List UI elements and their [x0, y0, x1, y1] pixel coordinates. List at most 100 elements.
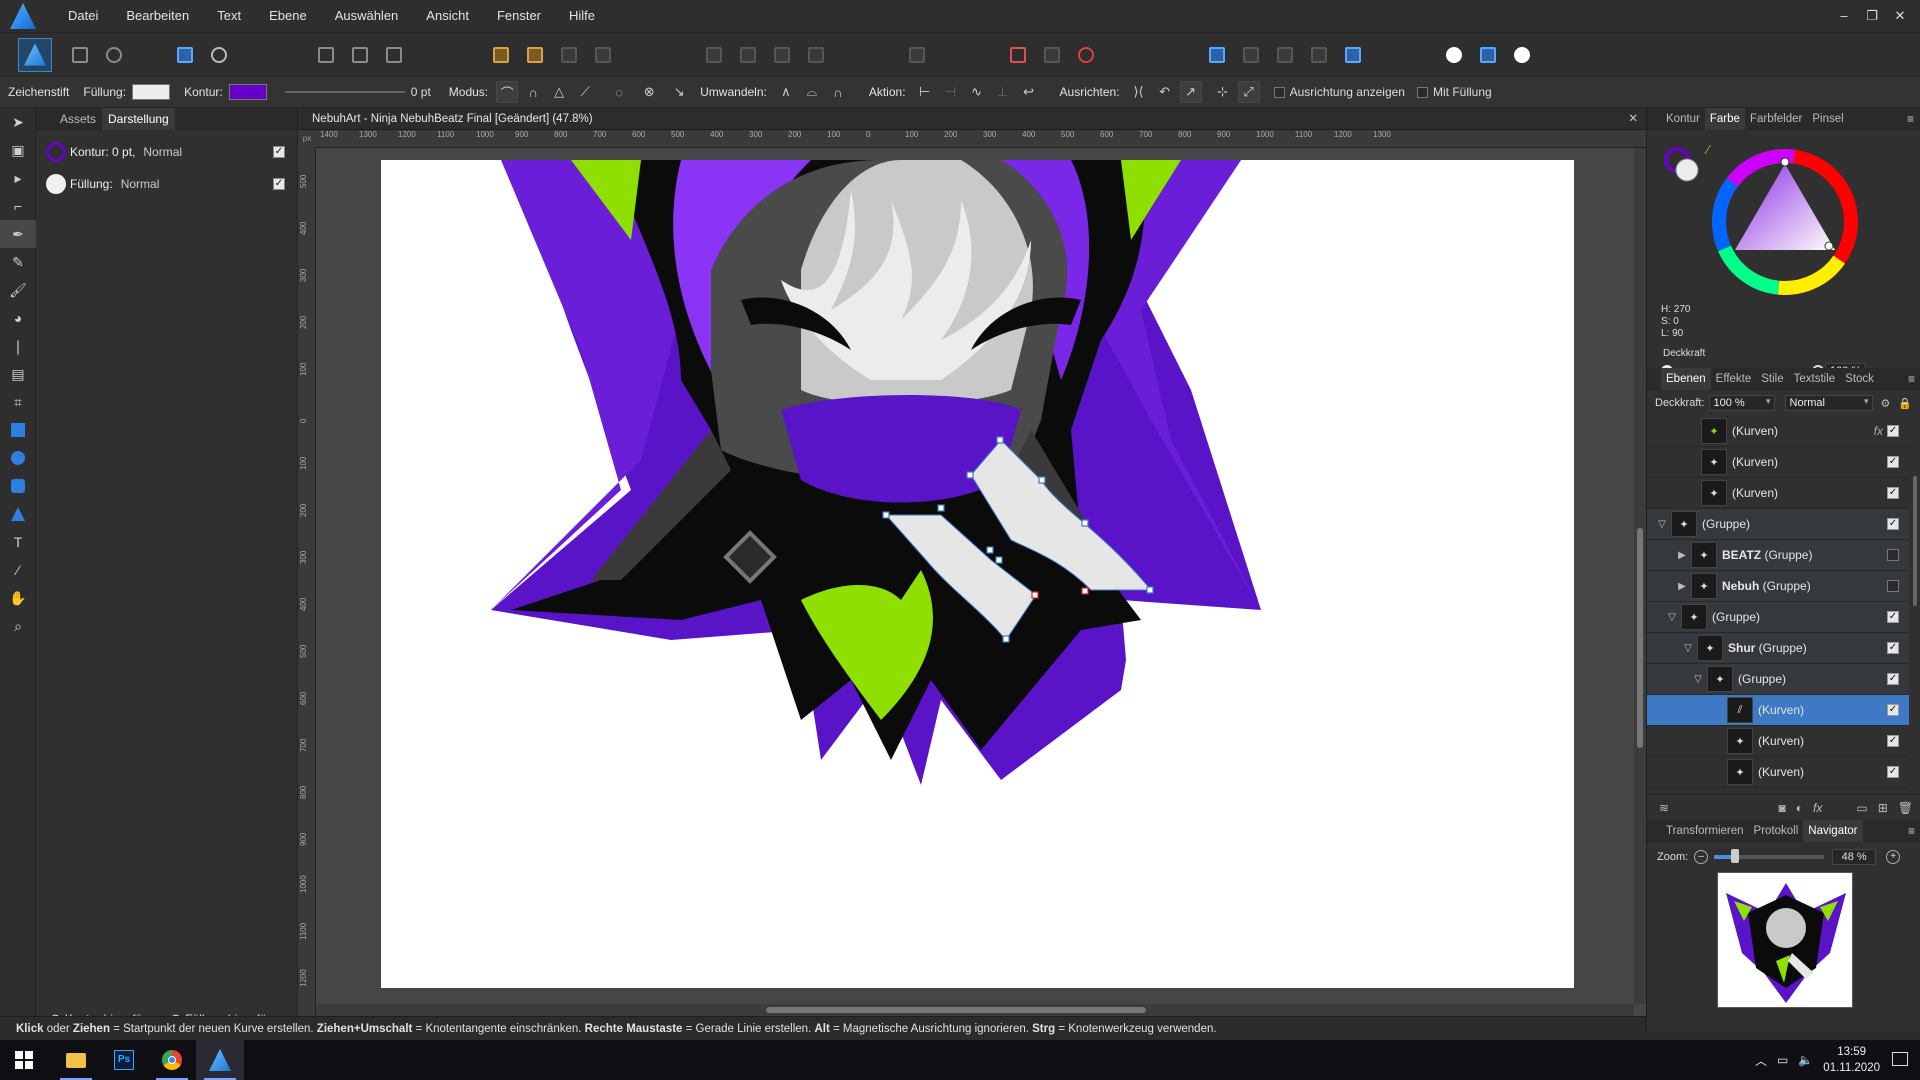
fill-appearance-row[interactable]: Füllung: Normal ✓	[36, 168, 297, 200]
layer-row[interactable]: ▽ ✦ (Gruppe) ✓	[1647, 509, 1909, 540]
transparency-tool-icon[interactable]: ❘	[0, 332, 36, 360]
show-alignment-checkbox[interactable]	[1273, 86, 1285, 98]
notifications-icon[interactable]	[1892, 1052, 1908, 1066]
tab-textstile[interactable]: Textstile	[1789, 368, 1841, 390]
rectangle-tool-icon[interactable]	[0, 416, 36, 444]
tray-chevron-icon[interactable]: ︿	[1755, 1052, 1767, 1069]
layer-visibility-checkbox[interactable]: ✓	[1887, 580, 1899, 592]
zoom-out-icon[interactable]: –	[1694, 850, 1709, 864]
color-wheel[interactable]: ⁄	[1647, 130, 1920, 300]
insert-behind-button[interactable]	[1474, 41, 1502, 69]
ellipse-tool-icon[interactable]	[0, 444, 36, 472]
transform-active-icon[interactable]: ⤢	[1237, 81, 1260, 103]
taskbar-chrome[interactable]	[148, 1040, 196, 1080]
layer-visibility-checkbox[interactable]: ✓	[1887, 704, 1899, 716]
pen-mode-icon[interactable]: ⌒	[496, 81, 519, 103]
blend-mode-select[interactable]: Normal	[1784, 395, 1873, 411]
select-none-button[interactable]	[346, 41, 374, 69]
windows-start-button[interactable]	[0, 1040, 48, 1080]
convert-smooth-icon[interactable]: ⌓	[801, 81, 823, 103]
minimize-button[interactable]: –	[1830, 0, 1858, 32]
stroke-color-swatch[interactable]	[228, 84, 267, 100]
vertical-ruler[interactable]: 500 400 300 200 100 0 100 200 300 400 500 600 700 800…	[298, 148, 316, 1016]
tab-protokoll[interactable]: Protokoll	[1749, 820, 1804, 842]
volume-icon[interactable]: 🔈	[1798, 1053, 1813, 1067]
insert-inside-button[interactable]	[1440, 41, 1468, 69]
layers-menu-icon[interactable]: ≡	[1908, 368, 1915, 390]
menu-bearbeiten[interactable]: Bearbeiten	[112, 0, 203, 32]
tab-darstellung[interactable]: Darstellung	[102, 107, 175, 130]
color-picker-tool-icon[interactable]: ⁄	[0, 556, 36, 584]
align-nodes-icon[interactable]: ⟩⟨	[1128, 81, 1150, 103]
polygon-mode-icon[interactable]: △	[548, 81, 570, 103]
layer-row[interactable]: ▶✦ Nebuh (Gruppe) ✓	[1647, 571, 1909, 602]
vertical-scrollbar[interactable]	[1634, 148, 1646, 1004]
close-document-icon[interactable]: ✕	[1628, 108, 1638, 130]
zoom-slider-knob[interactable]	[1731, 849, 1740, 863]
line-mode-icon[interactable]: ⟋	[574, 81, 596, 103]
layer-row[interactable]: ✦ (Kurven) ✓	[1647, 726, 1909, 757]
convert-smart-icon[interactable]: ∩	[827, 81, 849, 103]
fill-tool-icon[interactable]: ◕	[0, 304, 36, 332]
frame-text-tool-icon[interactable]: T	[0, 528, 36, 556]
menu-text[interactable]: Text	[203, 0, 255, 32]
insert-top-button[interactable]	[1508, 41, 1536, 69]
snapping-grid-button[interactable]	[1004, 41, 1032, 69]
close-button[interactable]: ✕	[1886, 0, 1914, 32]
lock-icon[interactable]: 🔒	[1898, 397, 1912, 410]
reverse-curve-icon[interactable]: ↩	[1018, 81, 1040, 103]
stroke-width-value[interactable]: 0 pt	[411, 85, 431, 99]
vector-brush-tool-icon[interactable]: 🖌	[0, 276, 36, 304]
tab-ebenen[interactable]: Ebenen	[1661, 367, 1711, 390]
invert-selection-button[interactable]	[380, 41, 408, 69]
new-layer-icon[interactable]: ▭	[1856, 801, 1867, 815]
arrange-front-button[interactable]	[555, 41, 583, 69]
network-icon[interactable]: ▭	[1777, 1053, 1788, 1067]
break-curve-icon[interactable]: ⊢	[914, 81, 936, 103]
layer-expand-icon[interactable]: ▽	[1655, 519, 1669, 530]
layer-visibility-checkbox[interactable]: ✓	[1887, 425, 1899, 437]
layers-scroll-thumb[interactable]	[1913, 476, 1917, 606]
horizontal-scroll-thumb[interactable]	[766, 1007, 1146, 1013]
join-curve-icon[interactable]: ⊥	[992, 81, 1014, 103]
convert-sharp-icon[interactable]: ∧	[775, 81, 797, 103]
hue-knob[interactable]	[1780, 157, 1790, 167]
layer-visibility-checkbox[interactable]: ✓	[1887, 642, 1899, 654]
tab-farbfelder[interactable]: Farbfelder	[1745, 108, 1807, 130]
layers-stack-icon[interactable]: ≋	[1659, 801, 1669, 815]
align-left-button[interactable]	[700, 41, 728, 69]
vector-crop-tool-icon[interactable]: ⌗	[0, 388, 36, 416]
layer-visibility-checkbox[interactable]: ✓	[1887, 549, 1899, 561]
zoom-slider[interactable]	[1714, 849, 1825, 863]
tab-stock[interactable]: Stock	[1840, 368, 1879, 390]
layer-row[interactable]: ▶✦ BEATZ (Gruppe) ✓	[1647, 540, 1909, 571]
fill-visibility-checkbox[interactable]: ✓	[273, 178, 285, 190]
document-tab[interactable]: NebuhArt - Ninja NebuhBeatz Final [Geänd…	[298, 108, 1646, 130]
tab-kontur[interactable]: Kontur	[1661, 108, 1705, 130]
tab-transformieren[interactable]: Transformieren	[1661, 820, 1749, 842]
fx-icon[interactable]: fx	[1813, 801, 1822, 815]
distribute-button[interactable]	[903, 41, 931, 69]
zoom-in-icon[interactable]: +	[1886, 850, 1901, 864]
with-fill-checkbox[interactable]	[1416, 86, 1428, 98]
navigator-preview[interactable]	[1717, 872, 1853, 1008]
navigator-menu-icon[interactable]: ≡	[1908, 820, 1915, 842]
taskbar-photoshop[interactable]: Ps	[100, 1040, 148, 1080]
horizontal-ruler[interactable]: 1400 1300 1200 1100 1000 900 800 700 600 500 400 30…	[316, 130, 1646, 148]
fill-color-chip[interactable]	[1675, 158, 1699, 182]
menu-fenster[interactable]: Fenster	[483, 0, 555, 32]
ninja-logo-artwork[interactable]	[381, 160, 1574, 988]
view-tool-icon[interactable]: ✋	[0, 584, 36, 612]
smooth-curve-icon[interactable]: ∿	[966, 81, 988, 103]
layer-row[interactable]: ✦ (Kurven) ✓	[1647, 757, 1909, 788]
layer-visibility-checkbox[interactable]: ✓	[1887, 611, 1899, 623]
layer-visibility-checkbox[interactable]: ✓	[1887, 766, 1899, 778]
group-icon[interactable]: ⊞	[1878, 801, 1888, 815]
horizontal-scrollbar[interactable]	[316, 1004, 1634, 1016]
taskbar-file-explorer[interactable]	[52, 1040, 100, 1080]
boolean-xor-button[interactable]	[1305, 41, 1333, 69]
zoom-tool-icon[interactable]: ⌕	[0, 612, 36, 640]
stroke-width-slider[interactable]	[284, 91, 405, 93]
layer-visibility-checkbox[interactable]: ✓	[1887, 673, 1899, 685]
layer-row[interactable]: ▽ ✦ Shur (Gruppe) ✓	[1647, 633, 1909, 664]
